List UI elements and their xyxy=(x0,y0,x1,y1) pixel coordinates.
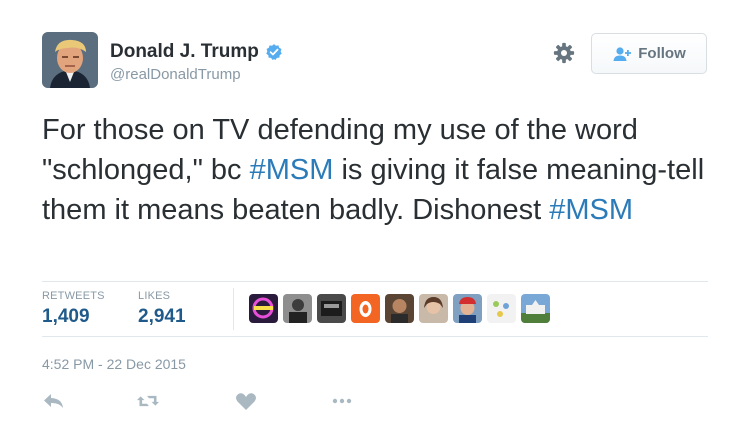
hashtag-link[interactable]: #MSM xyxy=(549,194,633,226)
verified-badge-icon xyxy=(266,44,282,60)
retweets-label: RETWEETS xyxy=(42,290,105,302)
follow-button[interactable]: Follow xyxy=(591,33,707,74)
liker-avatar[interactable] xyxy=(249,294,278,323)
display-name[interactable]: Donald J. Trump xyxy=(110,41,283,63)
likes-label: LIKES xyxy=(138,290,171,302)
retweets-count: 1,409 xyxy=(42,306,90,327)
tweet-timestamp[interactable]: 4:52 PM - 22 Dec 2015 xyxy=(42,356,186,372)
liker-avatar[interactable] xyxy=(351,294,380,323)
liker-avatar[interactable] xyxy=(419,294,448,323)
divider xyxy=(42,281,708,282)
liker-avatar[interactable] xyxy=(487,294,516,323)
liker-avatar[interactable] xyxy=(521,294,550,323)
likers-avatars xyxy=(249,294,550,323)
like-icon[interactable] xyxy=(234,390,258,412)
tweet-text: For those on TV defending my use of the … xyxy=(42,110,722,230)
divider xyxy=(42,336,708,337)
liker-avatar[interactable] xyxy=(385,294,414,323)
gear-icon[interactable] xyxy=(553,42,575,64)
avatar[interactable] xyxy=(42,32,98,88)
likes-stat[interactable]: LIKES 2,941 xyxy=(138,290,186,328)
user-handle[interactable]: @realDonaldTrump xyxy=(110,66,241,83)
hashtag-link[interactable]: #MSM xyxy=(250,154,334,186)
stats-separator xyxy=(233,288,234,330)
liker-avatar[interactable] xyxy=(453,294,482,323)
add-user-icon xyxy=(613,46,632,61)
more-icon[interactable] xyxy=(330,390,354,412)
likes-count: 2,941 xyxy=(138,306,186,327)
reply-icon[interactable] xyxy=(42,390,66,412)
liker-avatar[interactable] xyxy=(283,294,312,323)
retweets-stat[interactable]: RETWEETS 1,409 xyxy=(42,290,105,328)
liker-avatar[interactable] xyxy=(317,294,346,323)
follow-label: Follow xyxy=(638,45,686,62)
display-name-text[interactable]: Donald J. Trump xyxy=(110,41,259,63)
retweet-icon[interactable] xyxy=(136,390,160,412)
